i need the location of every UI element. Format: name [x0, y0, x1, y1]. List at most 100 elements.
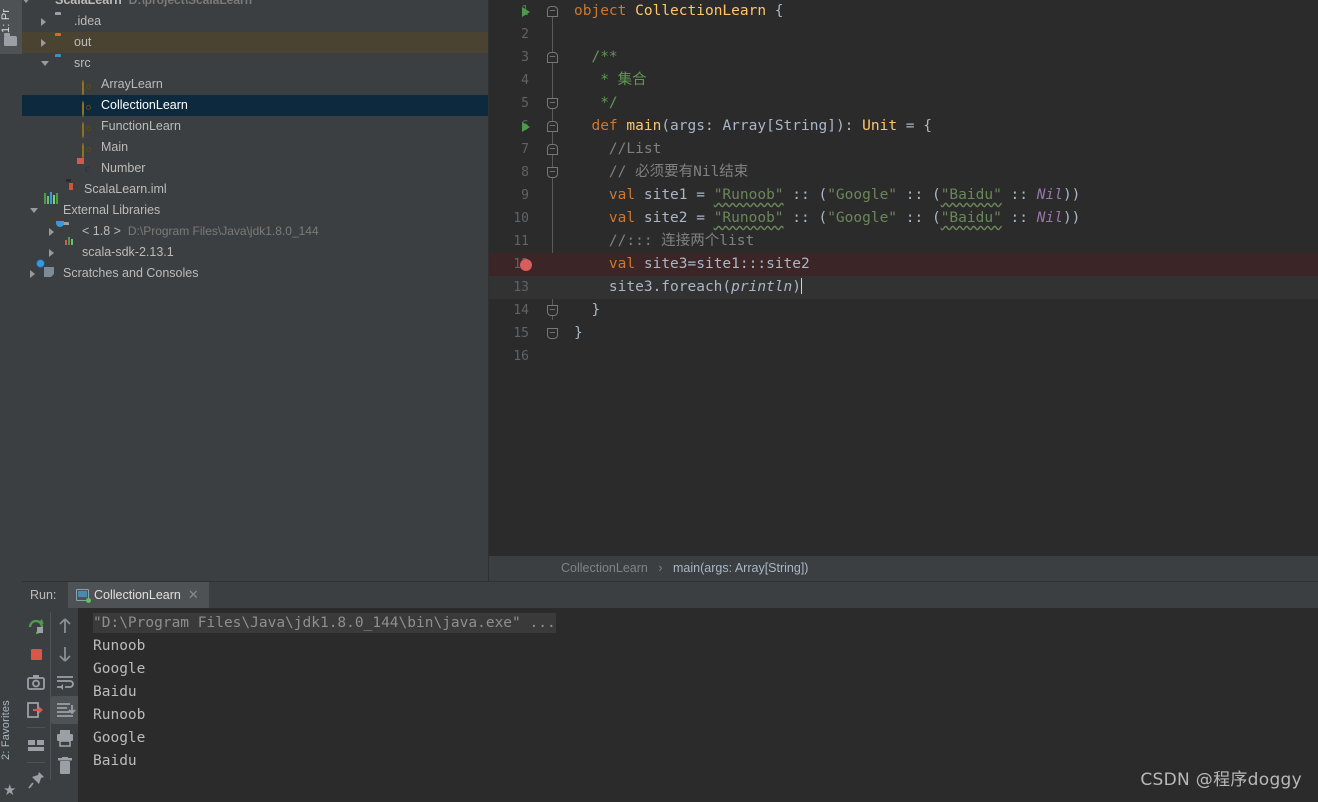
layout-icon[interactable] — [22, 731, 50, 759]
console-line: Baidu — [93, 684, 137, 700]
tree-item-scala-sdk-2-13-1[interactable]: scala-sdk-2.13.1 — [22, 237, 489, 263]
line-number: 3 — [521, 50, 529, 65]
line-number: 4 — [521, 73, 529, 88]
chevron-right-icon[interactable] — [41, 39, 46, 47]
tree-item-label: out — [74, 35, 92, 49]
code-line[interactable]: 7 – //List — [489, 138, 1318, 161]
tree-item-src[interactable]: src — [22, 53, 489, 74]
tree-item-main[interactable]: Main — [22, 137, 489, 159]
watermark: CSDN @程序doggy — [1140, 770, 1302, 790]
rerun-icon[interactable] — [22, 612, 50, 640]
scala-object-icon — [82, 78, 96, 96]
tool-window-tab-favorites[interactable]: 2: Favorites — [0, 686, 22, 774]
breadcrumb-method[interactable]: main(args: Array[String]) — [673, 561, 808, 575]
code-line[interactable]: 4 * 集合 — [489, 69, 1318, 92]
code-line[interactable]: 9 val site1 = "Runoob" :: ("Google" :: (… — [489, 184, 1318, 207]
fold-toggle-icon[interactable]: – — [547, 144, 558, 155]
close-icon[interactable]: ✕ — [188, 587, 199, 602]
code-line[interactable]: 5 – */ — [489, 92, 1318, 115]
breadcrumb-separator: › — [658, 561, 663, 575]
line-number: 2 — [521, 27, 529, 42]
tree-item-collectionlearn[interactable]: CollectionLearn — [22, 95, 489, 117]
code-line[interactable]: 15 –} — [489, 322, 1318, 345]
chevron-down-icon[interactable] — [22, 0, 30, 3]
tree-item-scratches-and-consoles[interactable]: Scratches and Consoles — [22, 263, 489, 284]
tree-item-1-8[interactable]: < 1.8 > D:\Program Files\Java\jdk1.8.0_1… — [22, 221, 489, 242]
jdk-icon — [63, 225, 77, 239]
fold-toggle-icon[interactable]: – — [547, 167, 558, 178]
tree-item-arraylearn[interactable]: ArrayLearn — [22, 74, 489, 96]
line-number: 13 — [513, 280, 529, 295]
chevron-right-icon[interactable] — [30, 270, 35, 278]
run-tab-bar: Run: CollectionLearn ✕ — [22, 582, 1318, 609]
code-line[interactable]: 14 – } — [489, 299, 1318, 322]
run-toolbar — [22, 608, 79, 802]
pin-icon[interactable] — [22, 766, 50, 794]
code-line[interactable]: 2 — [489, 23, 1318, 46]
code-line[interactable]: 10 val site2 = "Runoob" :: ("Google" :: … — [489, 207, 1318, 230]
export-icon[interactable] — [22, 696, 50, 724]
tree-item-label: Scratches and Consoles — [63, 266, 199, 280]
console-lines: "D:\Program Files\Java\jdk1.8.0_144\bin\… — [78, 612, 1318, 773]
arrow-down-icon[interactable] — [51, 640, 79, 668]
code-line[interactable]: 3 – /** — [489, 46, 1318, 69]
chevron-right-icon[interactable] — [49, 228, 54, 236]
code-line[interactable]: 1– object CollectionLearn { — [489, 0, 1318, 23]
project-tool-window[interactable]: ScalaLearn D:\project\ScalaLearn .idea out… — [22, 0, 489, 581]
scala-object-icon — [82, 99, 96, 117]
tree-item-functionlearn[interactable]: FunctionLearn — [22, 116, 489, 138]
trash-icon[interactable] — [51, 752, 79, 780]
project-tree[interactable]: ScalaLearn D:\project\ScalaLearn .idea out… — [22, 0, 489, 284]
chevron-right-icon[interactable] — [41, 18, 46, 26]
tree-item-label: scala-sdk-2.13.1 — [82, 245, 174, 259]
fold-toggle-icon[interactable]: – — [547, 6, 558, 17]
tree-item-external-libraries[interactable]: External Libraries — [22, 192, 489, 221]
chevron-down-icon[interactable] — [41, 61, 49, 66]
folder-orange-icon — [55, 36, 69, 50]
tree-item-label: Number — [101, 161, 146, 175]
run-gutter-icon[interactable] — [522, 122, 530, 132]
soft-wrap-icon[interactable] — [51, 668, 79, 696]
run-gutter-icon[interactable] — [522, 7, 530, 17]
code-line[interactable]: 12 val site3=site1:::site2 — [489, 253, 1318, 276]
console-line: "D:\Program Files\Java\jdk1.8.0_144\bin\… — [93, 613, 556, 633]
code-line[interactable]: 11 //::: 连接两个list — [489, 230, 1318, 253]
ide-window: 1: Pr 2: Favorites ★ ScalaLearn D:\proje… — [0, 0, 1318, 802]
folder-blue-icon — [55, 57, 69, 71]
console-output[interactable]: "D:\Program Files\Java\jdk1.8.0_144\bin\… — [78, 608, 1318, 802]
breadcrumb: CollectionLearn › main(args: Array[Strin… — [489, 556, 1318, 581]
tree-item-number[interactable]: Number — [22, 158, 489, 179]
fold-toggle-icon[interactable]: – — [547, 328, 558, 339]
stop-icon[interactable] — [22, 640, 50, 668]
fold-toggle-icon[interactable]: – — [547, 121, 558, 132]
chevron-down-icon[interactable] — [30, 208, 38, 213]
tree-item-out[interactable]: out — [22, 32, 489, 53]
chevron-right-icon[interactable] — [49, 249, 54, 257]
breadcrumb-class[interactable]: CollectionLearn — [561, 561, 648, 575]
tree-item-idea[interactable]: .idea — [22, 11, 489, 32]
fold-toggle-icon[interactable]: – — [547, 98, 558, 109]
tree-item-scalalearn[interactable]: ScalaLearn D:\project\ScalaLearn — [22, 0, 489, 11]
code-line[interactable]: 6– def main(args: Array[String]): Unit =… — [489, 115, 1318, 138]
fold-toggle-icon[interactable]: – — [547, 52, 558, 63]
fold-toggle-icon[interactable]: – — [547, 305, 558, 316]
code-editor[interactable]: 1– object CollectionLearn {2 3– /** 4 * 集合… — [489, 0, 1318, 556]
iml-file-icon — [65, 183, 79, 197]
code-text: val site2 = "Runoob" :: ("Google" :: ("B… — [608, 210, 1081, 226]
camera-icon[interactable] — [22, 668, 50, 696]
code-line[interactable]: 13 site3.foreach(println) — [489, 276, 1318, 299]
print-icon[interactable] — [51, 724, 79, 752]
tree-item-scalalearn-iml[interactable]: ScalaLearn.iml — [22, 179, 489, 200]
run-tab-collectionlearn[interactable]: CollectionLearn ✕ — [68, 582, 209, 608]
line-number: 7 — [521, 142, 529, 157]
scala-sdk-icon — [63, 237, 77, 260]
breakpoint-icon[interactable] — [520, 259, 532, 271]
tree-item-label: External Libraries — [63, 203, 161, 217]
code-line[interactable]: 16 — [489, 345, 1318, 368]
arrow-up-icon[interactable] — [51, 612, 79, 640]
code-lines[interactable]: 1– object CollectionLearn {2 3– /** 4 * 集合… — [489, 0, 1318, 368]
scroll-to-end-icon[interactable] — [51, 696, 79, 724]
code-line[interactable]: 8 – // 必须要有Nil结束 — [489, 161, 1318, 184]
scratches-icon — [44, 267, 58, 281]
